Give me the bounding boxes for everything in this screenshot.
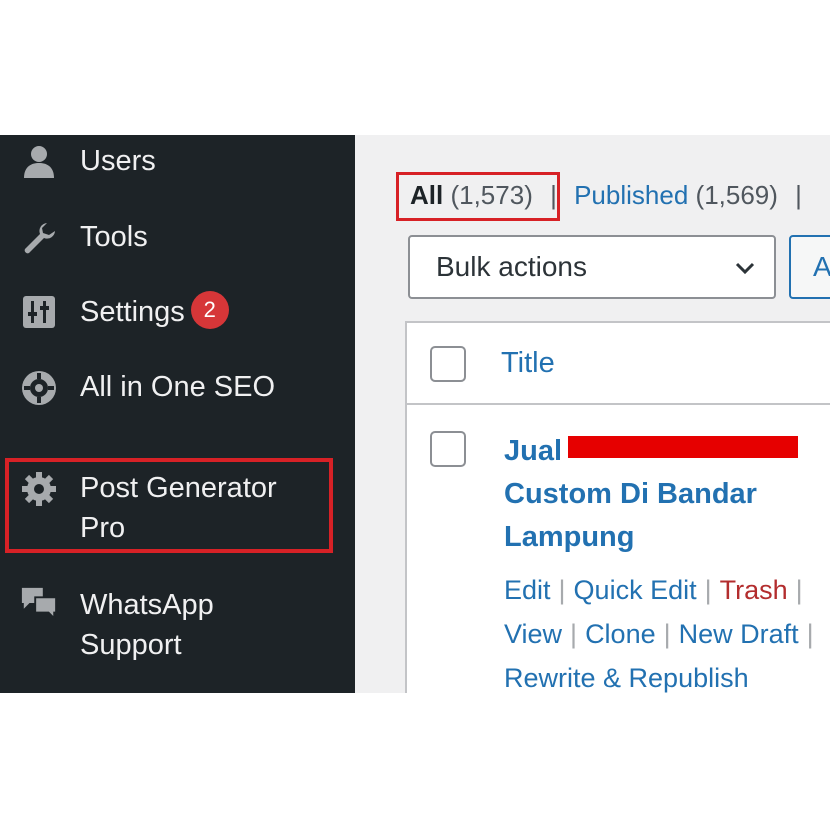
new-draft-link[interactable]: New Draft — [679, 619, 799, 649]
trash-link[interactable]: Trash — [720, 575, 788, 605]
update-count-badge: 2 — [190, 291, 229, 329]
row-checkbox[interactable] — [430, 431, 466, 467]
wp-admin-screenshot: Users Tools Settings 2 All in One SEO Pos — [0, 135, 830, 693]
bulk-actions-selected-value: Bulk actions — [436, 251, 587, 282]
table-header: Title — [407, 323, 830, 405]
apply-button[interactable]: A — [789, 235, 830, 299]
sidebar-item-label: Tools — [80, 221, 148, 253]
sidebar-item-label: Users — [80, 145, 156, 177]
clone-link[interactable]: Clone — [585, 619, 656, 649]
aioseo-icon — [20, 369, 58, 407]
highlight-box-post-generator — [5, 458, 333, 553]
admin-sidebar: Users Tools Settings 2 All in One SEO Pos — [0, 135, 355, 693]
rewrite-republish-link[interactable]: Rewrite & Republish — [504, 663, 749, 693]
settings-icon — [20, 293, 58, 331]
post-title-start: Jual — [504, 435, 563, 467]
column-header-title[interactable]: Title — [501, 347, 555, 380]
posts-table: Title Jual Custom Di Bandar Lampung Edit… — [405, 321, 830, 693]
chevron-down-icon — [735, 262, 755, 275]
sidebar-item-label: All in One SEO — [80, 371, 276, 403]
row-actions: Edit | Quick Edit | Trash | View | Clone | New Dr… — [504, 575, 814, 693]
filter-published-count: (1,569) — [695, 180, 778, 210]
redaction-bar — [568, 436, 799, 458]
filter-published-link[interactable]: Published — [574, 180, 688, 210]
users-icon — [20, 143, 58, 181]
highlight-box-all-count — [396, 172, 560, 221]
select-all-checkbox[interactable] — [430, 346, 466, 382]
wrench-icon — [20, 219, 58, 257]
view-link[interactable]: View — [504, 619, 562, 649]
sidebar-item-label: Settings — [80, 296, 185, 328]
sidebar-item-label: WhatsApp Support — [80, 589, 214, 661]
posts-list-main: All (1,573) | Published (1,569) | Bulk a… — [355, 135, 830, 693]
quick-edit-link[interactable]: Quick Edit — [574, 575, 697, 605]
post-title-rest: Custom Di Bandar Lampung — [504, 478, 757, 553]
edit-link[interactable]: Edit — [504, 575, 551, 605]
bulk-actions-select[interactable]: Bulk actions — [408, 235, 776, 299]
post-title-link[interactable]: Jual Custom Di Bandar Lampung — [504, 430, 830, 559]
filter-separator: | — [795, 180, 802, 210]
chat-bubbles-icon — [20, 585, 58, 623]
